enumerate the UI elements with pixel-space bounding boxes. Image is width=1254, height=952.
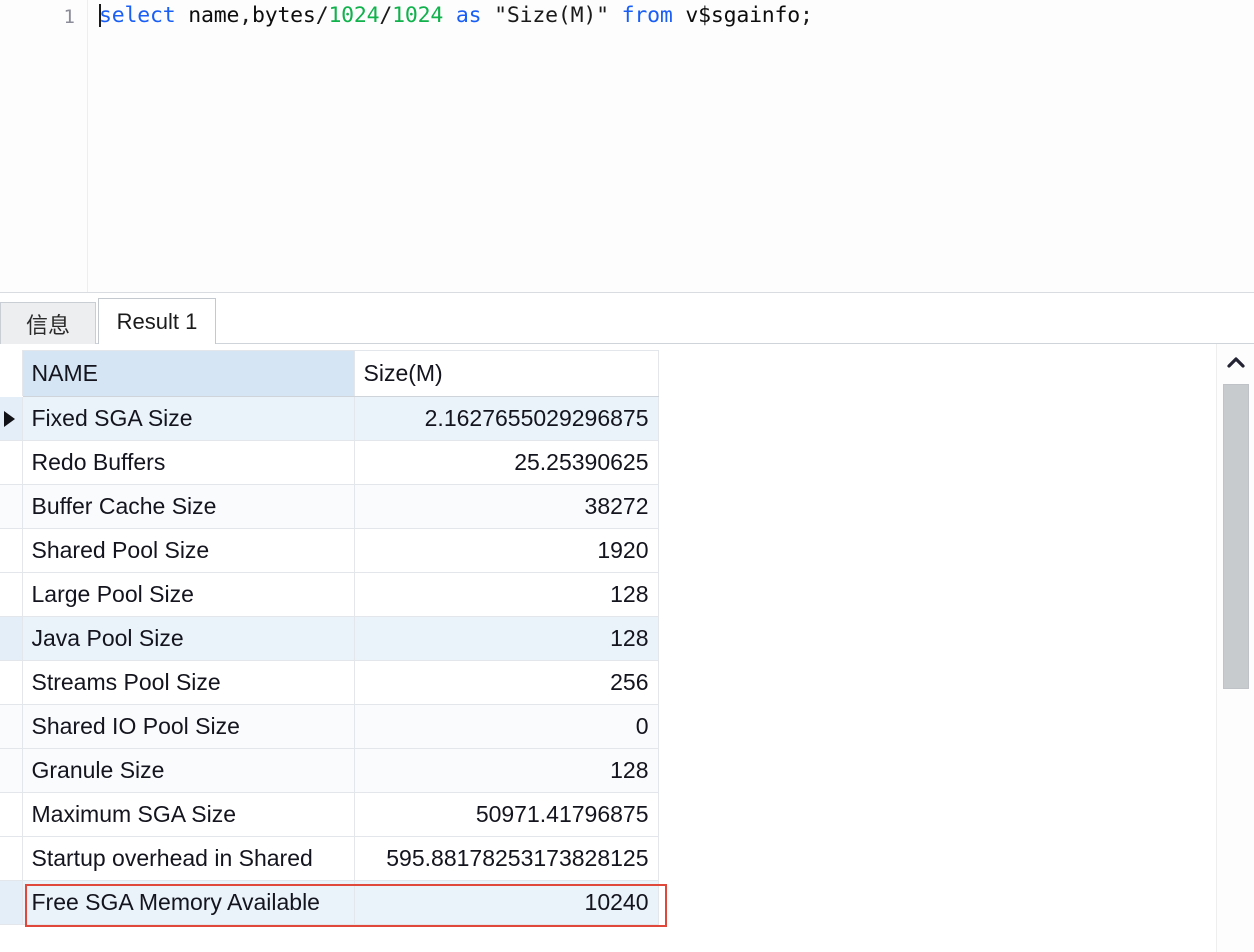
table-row[interactable]: Shared IO Pool Size0 [0,705,658,749]
row-selector-cell[interactable] [0,529,22,573]
cell-size[interactable]: 595.88178253173828125 [354,837,658,881]
grid-body: Fixed SGA Size2.1627655029296875Redo Buf… [0,397,658,925]
vertical-scrollbar[interactable] [1216,344,1254,952]
table-row[interactable]: Shared Pool Size1920 [0,529,658,573]
grid-corner-cell [0,351,22,397]
cell-name[interactable]: Free SGA Memory Available [22,881,354,925]
cell-name[interactable]: Fixed SGA Size [22,397,354,441]
table-row[interactable]: Buffer Cache Size38272 [0,485,658,529]
sql-token [673,3,686,28]
grid-header-row: NAME Size(M) [0,351,658,397]
cell-size[interactable]: 2.1627655029296875 [354,397,658,441]
result-grid[interactable]: NAME Size(M) Fixed SGA Size2.16276550292… [0,350,659,925]
result-grid-container: NAME Size(M) Fixed SGA Size2.16276550292… [0,344,1254,952]
cell-size[interactable]: 10240 [354,881,658,925]
row-selector-cell[interactable] [0,617,22,661]
cell-size[interactable]: 128 [354,573,658,617]
row-selector-cell[interactable] [0,573,22,617]
current-row-arrow-icon [4,411,15,427]
cell-size[interactable]: 50971.41796875 [354,793,658,837]
table-row[interactable]: Granule Size128 [0,749,658,793]
sql-editor-pane[interactable]: 1 select name,bytes/1024/1024 as "Size(M… [0,0,1254,293]
cell-name[interactable]: Shared IO Pool Size [22,705,354,749]
sql-code-area[interactable]: select name,bytes/1024/1024 as "Size(M)"… [99,0,1254,293]
sql-client-window: 1 select name,bytes/1024/1024 as "Size(M… [0,0,1254,952]
cell-size[interactable]: 0 [354,705,658,749]
tab-result-1[interactable]: Result 1 [98,298,216,344]
cell-name[interactable]: Granule Size [22,749,354,793]
editor-line-number-gutter: 1 [0,0,88,292]
sql-statement-text: select name,bytes/1024/1024 as "Size(M)"… [99,3,813,28]
cell-name[interactable]: Streams Pool Size [22,661,354,705]
table-row[interactable]: Java Pool Size128 [0,617,658,661]
scrollbar-thumb[interactable] [1223,384,1249,689]
table-row[interactable]: Startup overhead in Shared595.8817825317… [0,837,658,881]
row-selector-cell[interactable] [0,441,22,485]
row-selector-cell[interactable] [0,397,22,441]
sql-token [481,3,494,28]
scroll-up-button[interactable] [1217,344,1254,380]
sql-token: "Size(M)" [494,3,609,28]
cell-name[interactable]: Startup overhead in Shared [22,837,354,881]
sql-token [443,3,456,28]
cell-name[interactable]: Shared Pool Size [22,529,354,573]
line-number-1: 1 [64,2,75,32]
cell-name[interactable]: Redo Buffers [22,441,354,485]
sql-token: as [456,3,482,28]
column-header-name[interactable]: NAME [22,351,354,397]
sql-token: / [379,3,392,28]
sql-token: v$sgainfo [685,3,800,28]
chevron-up-icon [1226,355,1246,369]
cell-size[interactable]: 38272 [354,485,658,529]
row-selector-cell[interactable] [0,705,22,749]
table-row[interactable]: Redo Buffers25.25390625 [0,441,658,485]
cell-name[interactable]: Buffer Cache Size [22,485,354,529]
row-selector-cell[interactable] [0,793,22,837]
sql-token: , [239,3,252,28]
row-selector-cell[interactable] [0,485,22,529]
row-selector-cell[interactable] [0,749,22,793]
table-row[interactable]: Fixed SGA Size2.1627655029296875 [0,397,658,441]
sql-token: ; [800,3,813,28]
row-selector-cell[interactable] [0,661,22,705]
result-tab-strip: 信息 Result 1 [0,294,1254,344]
sql-token [175,3,188,28]
sql-token: 1024 [392,3,443,28]
cell-name[interactable]: Java Pool Size [22,617,354,661]
cell-size[interactable]: 128 [354,749,658,793]
row-selector-cell[interactable] [0,837,22,881]
sql-token: select [99,3,175,28]
column-header-size[interactable]: Size(M) [354,351,658,397]
cell-size[interactable]: 25.25390625 [354,441,658,485]
cell-size[interactable]: 256 [354,661,658,705]
sql-token: from [622,3,673,28]
row-selector-cell[interactable] [0,881,22,925]
sql-token [609,3,622,28]
table-row[interactable]: Maximum SGA Size50971.41796875 [0,793,658,837]
cell-size[interactable]: 128 [354,617,658,661]
result-pane: 信息 Result 1 NAME Size(M) Fixed SGA Size2 [0,294,1254,952]
table-row[interactable]: Large Pool Size128 [0,573,658,617]
table-row[interactable]: Free SGA Memory Available10240 [0,881,658,925]
sql-token: name [188,3,239,28]
tab-info[interactable]: 信息 [0,302,96,344]
sql-token: bytes [252,3,316,28]
sql-token: 1024 [328,3,379,28]
cell-size[interactable]: 1920 [354,529,658,573]
sql-token: / [316,3,329,28]
cell-name[interactable]: Maximum SGA Size [22,793,354,837]
cell-name[interactable]: Large Pool Size [22,573,354,617]
table-row[interactable]: Streams Pool Size256 [0,661,658,705]
